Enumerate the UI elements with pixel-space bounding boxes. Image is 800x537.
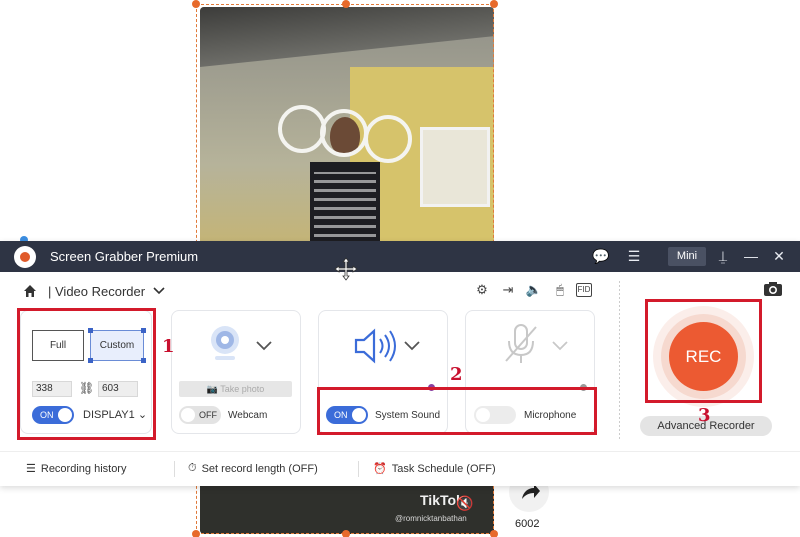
- webcam-label: Webcam: [228, 410, 268, 421]
- record-length-link[interactable]: ⏱ Set record length (OFF): [188, 462, 318, 475]
- take-photo-button[interactable]: 📷 Take photo: [179, 381, 292, 397]
- record-length-label: Set record length (OFF): [201, 462, 318, 475]
- resize-handle-top[interactable]: [342, 0, 350, 8]
- resize-handle-top-right[interactable]: [490, 0, 498, 8]
- move-icon[interactable]: [334, 257, 358, 281]
- mode-selector[interactable]: | Video Recorder: [22, 281, 165, 301]
- highlight-box-area: [17, 308, 156, 440]
- toggle-knob: [181, 408, 195, 422]
- chevron-down-icon[interactable]: [256, 341, 272, 351]
- webcam-icon[interactable]: [207, 324, 243, 364]
- feedback-icon[interactable]: 💬: [592, 248, 610, 264]
- app-title: Screen Grabber Premium: [50, 249, 199, 264]
- separator: [358, 461, 359, 477]
- screen: TikTok @romnicktanbathan 🔇 6002 Screen G…: [0, 0, 800, 537]
- mode-label: | Video Recorder: [48, 283, 146, 299]
- annotation-number: 2: [450, 364, 463, 385]
- share-count: 6002: [515, 518, 540, 530]
- mini-button[interactable]: Mini: [668, 247, 706, 266]
- minimize-icon[interactable]: —: [742, 248, 760, 264]
- speaker-icon[interactable]: [352, 326, 402, 366]
- menu-icon[interactable]: ☰: [625, 248, 643, 264]
- toggle-label: OFF: [199, 410, 217, 420]
- highlight-box-sound: [317, 387, 597, 435]
- camera-icon[interactable]: [763, 281, 783, 297]
- fid-icon[interactable]: FID: [576, 283, 592, 297]
- resize-handle-bottom-left[interactable]: [192, 530, 200, 537]
- separator: [174, 461, 175, 477]
- gear-icon[interactable]: ⚙: [472, 281, 492, 299]
- close-icon[interactable]: ✕: [770, 248, 788, 264]
- mouse-icon[interactable]: 🖱: [550, 281, 570, 299]
- app-logo-icon: [14, 246, 36, 268]
- bottom-bar: ☰ Recording history ⏱ Set record length …: [0, 451, 800, 485]
- pin-icon[interactable]: ⍊: [714, 248, 732, 264]
- chevron-down-icon[interactable]: [552, 341, 568, 351]
- resize-handle-bottom-right[interactable]: [490, 530, 498, 537]
- title-bar: Screen Grabber Premium 💬 ☰ Mini ⍊ — ✕: [0, 241, 800, 272]
- timer-icon: ⏱: [188, 462, 197, 474]
- recorder-tools: ⚙ ⇥ 🔈 🖱 FID: [472, 281, 592, 299]
- resize-handle-bottom[interactable]: [342, 530, 350, 537]
- webcam-toggle[interactable]: OFF: [179, 406, 221, 424]
- resize-handle-top-left[interactable]: [192, 0, 200, 8]
- export-icon[interactable]: ⇥: [498, 281, 518, 299]
- microphone-muted-icon[interactable]: [500, 321, 542, 367]
- clock-icon: ⏰: [373, 463, 387, 475]
- speaker-icon[interactable]: 🔈: [524, 281, 544, 299]
- divider: [619, 281, 620, 441]
- recording-history-link[interactable]: ☰ Recording history: [26, 462, 127, 476]
- recording-history-label: Recording history: [40, 462, 127, 475]
- chevron-down-icon[interactable]: [153, 285, 165, 297]
- annotation-number: 1: [162, 336, 175, 357]
- task-schedule-label: Task Schedule (OFF): [391, 462, 496, 475]
- list-icon: ☰: [26, 463, 36, 475]
- chevron-down-icon[interactable]: [404, 341, 420, 351]
- annotation-number: 3: [698, 405, 711, 426]
- task-schedule-link[interactable]: ⏰ Task Schedule (OFF): [373, 462, 496, 476]
- highlight-box-rec: [645, 299, 762, 403]
- home-icon[interactable]: [22, 283, 38, 299]
- take-photo-label: Take photo: [220, 384, 265, 394]
